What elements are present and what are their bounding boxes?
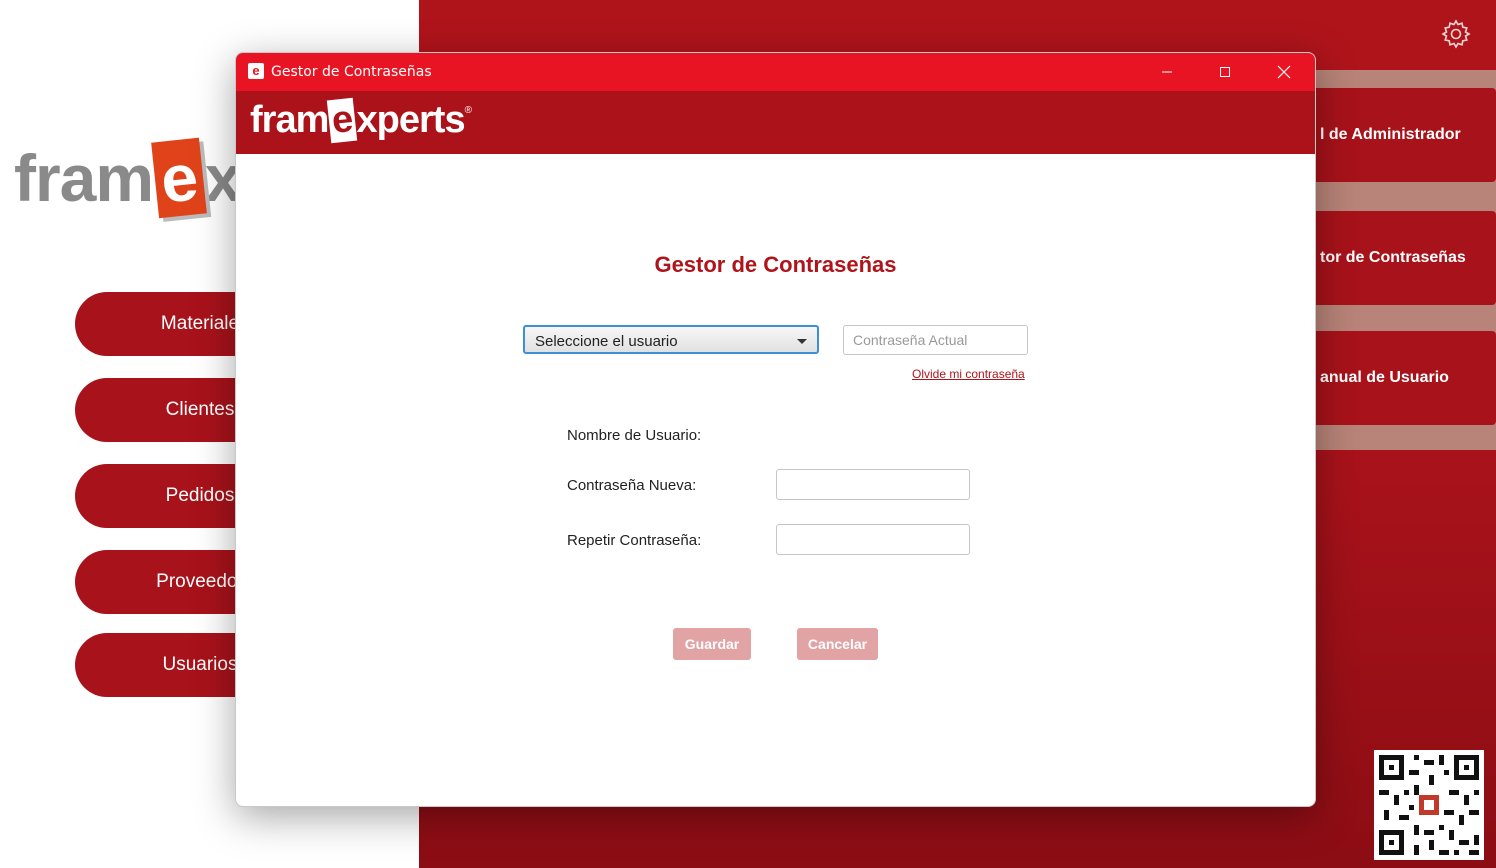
dialog-titlebar: e Gestor de Contraseñas — [236, 53, 1315, 91]
right-menu-label: tor de Contraseñas — [1320, 249, 1466, 266]
user-select-value: Seleccione el usuario — [535, 333, 678, 350]
maximize-icon — [1220, 67, 1230, 77]
page-title: Gestor de Contraseñas — [654, 252, 897, 277]
save-button[interactable]: Guardar — [673, 628, 751, 660]
side-menu-label: Materiale — [160, 313, 240, 334]
qr-code — [1374, 750, 1484, 860]
repeat-password-label: Repetir Contraseña: — [567, 532, 702, 549]
current-password-input[interactable] — [843, 325, 1028, 355]
user-select-dropdown[interactable]: Seleccione el usuario — [523, 325, 819, 354]
side-menu-label: Clientes — [165, 399, 235, 420]
right-menu-password-manager-button[interactable]: tor de Contraseñas — [1290, 211, 1496, 305]
app-icon: e — [248, 63, 264, 79]
settings-gear-icon[interactable] — [1440, 18, 1472, 50]
dialog-header-band: framexperts® — [236, 91, 1315, 154]
cancel-button[interactable]: Cancelar — [797, 628, 878, 660]
window-title: Gestor de Contraseñas — [271, 64, 432, 80]
forgot-password-link[interactable]: Olvide mi contraseña — [912, 367, 1025, 381]
password-manager-dialog: e Gestor de Contraseñas framexperts® Ges… — [235, 52, 1316, 807]
new-password-label: Contraseña Nueva: — [567, 477, 697, 494]
close-button[interactable] — [1255, 53, 1313, 91]
side-menu-label: Proveedor — [156, 571, 244, 592]
right-menu-label: l de Administrador — [1320, 126, 1461, 143]
minimize-button[interactable] — [1138, 53, 1196, 91]
frameexperts-logo: framexperts® — [250, 97, 472, 144]
side-menu-label: Usuarios — [162, 654, 238, 675]
new-password-input[interactable] — [776, 469, 970, 500]
right-menu-user-manual-button[interactable]: anual de Usuario — [1290, 331, 1496, 425]
close-icon — [1277, 65, 1291, 79]
right-menu-label: anual de Usuario — [1320, 369, 1449, 386]
background-logo: framex — [14, 137, 241, 219]
minimize-icon — [1162, 71, 1172, 73]
right-menu-admin-button[interactable]: l de Administrador — [1290, 88, 1496, 182]
chevron-down-icon — [797, 339, 807, 344]
username-label: Nombre de Usuario: — [567, 427, 702, 444]
maximize-button[interactable] — [1196, 53, 1254, 91]
side-menu-label: Pedidos — [165, 485, 235, 506]
repeat-password-input[interactable] — [776, 524, 970, 555]
